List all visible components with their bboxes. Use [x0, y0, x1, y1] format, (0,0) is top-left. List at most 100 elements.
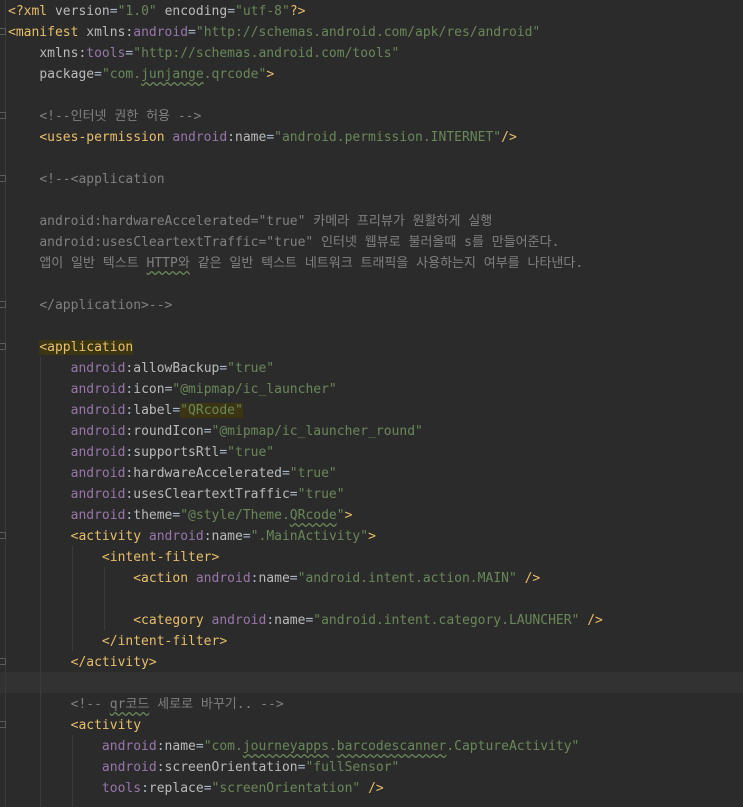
code-token: "@mipmap/ic_launcher": [172, 382, 337, 397]
code-token: screenOrientation: [164, 760, 298, 775]
code-line[interactable]: </activity>: [8, 652, 157, 673]
code-token: "com.: [101, 67, 142, 82]
code-token: "@mipmap/ic_launcher_round": [211, 424, 423, 439]
code-token: android: [70, 424, 126, 439]
code-line[interactable]: android:hardwareAccelerated="true": [8, 463, 337, 484]
code-line[interactable]: <action android:name="android.intent.act…: [8, 568, 540, 589]
code-line[interactable]: <!--인터넷 권한 허용 -->: [8, 106, 201, 127]
code-token: QRcode: [289, 508, 337, 523]
code-token: android: [70, 445, 126, 460]
code-token: version: [54, 4, 110, 19]
code-token: barcodescanner: [336, 739, 447, 754]
code-token: />: [368, 781, 384, 796]
code-token: <?xml: [8, 4, 55, 19]
code-token: =: [94, 67, 102, 82]
code-token: :: [141, 781, 149, 796]
code-line[interactable]: android:name="com.journeyapps.barcodesca…: [8, 736, 579, 757]
code-token: "true": [227, 445, 275, 460]
code-token: "true": [227, 361, 275, 376]
code-line[interactable]: <category android:name="android.intent.c…: [8, 610, 603, 631]
code-token: "@style/Theme.: [180, 508, 290, 523]
code-token: name: [211, 529, 243, 544]
fold-toggle-icon[interactable]: [0, 343, 6, 350]
code-line[interactable]: android:theme="@style/Theme.QRcode">: [8, 505, 353, 526]
code-token: name: [258, 571, 290, 586]
code-line[interactable]: android:allowBackup="true": [8, 358, 275, 379]
code-token: HTTP와: [146, 256, 190, 271]
code-line[interactable]: android:icon="@mipmap/ic_launcher": [8, 379, 337, 400]
code-token: .qrcode": [203, 67, 267, 82]
code-token: >: [344, 508, 353, 523]
code-token: android: [70, 487, 126, 502]
fold-toggle-icon[interactable]: [0, 112, 6, 119]
code-line[interactable]: <uses-permission android:name="android.p…: [8, 127, 516, 148]
code-token: />: [524, 571, 541, 586]
code-line[interactable]: android:screenOrientation="fullSensor": [8, 757, 399, 778]
code-token: "http://schemas.android.com/apk/res/andr…: [195, 25, 541, 40]
code-token: =: [289, 571, 298, 586]
code-token: "android.intent.action.MAIN": [297, 571, 517, 586]
fold-toggle-icon[interactable]: [0, 175, 6, 182]
code-token: android: [70, 403, 126, 418]
fold-toggle-icon[interactable]: [0, 28, 6, 35]
code-line[interactable]: <manifest xmlns:android="http://schemas.…: [8, 22, 540, 43]
code-token: name: [235, 130, 267, 145]
code-token: </intent-filter>: [101, 634, 228, 649]
code-token: 세로로 바꾸기.. -->: [149, 697, 284, 712]
code-token: =: [203, 781, 212, 796]
code-token: name: [164, 739, 196, 754]
code-token: qr코드: [109, 697, 150, 712]
code-line[interactable]: android:label="QRcode": [8, 400, 243, 421]
code-line[interactable]: </intent-filter>: [8, 631, 227, 652]
code-token: "com.: [203, 739, 243, 754]
code-line[interactable]: android:roundIcon="@mipmap/ic_launcher_r…: [8, 421, 423, 442]
fold-toggle-icon[interactable]: [0, 658, 6, 665]
code-editor[interactable]: <?xml version="1.0" encoding="utf-8"?> <m…: [0, 0, 743, 807]
code-line[interactable]: </application>-->: [8, 295, 172, 316]
code-line[interactable]: tools:replace="screenOrientation" />: [8, 778, 384, 799]
code-line[interactable]: xmlns:tools="http://schemas.android.com/…: [8, 43, 399, 64]
code-line[interactable]: <activity android:name=".MainActivity">: [8, 526, 376, 547]
code-token: xmlns:: [39, 46, 87, 61]
code-line[interactable]: package="com.junjange.qrcode">: [8, 64, 274, 85]
code-token: android: [148, 529, 204, 544]
code-token: 앱이 일반 텍스트: [39, 256, 147, 271]
code-token: :: [266, 613, 275, 628]
code-token: android:hardwareAccelerated="true" 카메라 프…: [39, 214, 493, 229]
code-line[interactable]: android:usesCleartextTraffic="true": [8, 484, 345, 505]
code-token: .: [328, 739, 337, 754]
code-line[interactable]: <?xml version="1.0" encoding="utf-8"?>: [8, 1, 305, 22]
code-line[interactable]: <!-- qr코드 세로로 바꾸기.. -->: [8, 694, 284, 715]
code-token: </activity>: [70, 655, 157, 670]
code-token: :: [156, 739, 165, 754]
code-token: android: [101, 739, 157, 754]
fold-toggle-icon[interactable]: [0, 721, 6, 728]
code-token: "android.permission.INTERNET": [274, 130, 502, 145]
fold-toggle-icon[interactable]: [0, 532, 6, 539]
code-line[interactable]: android:usesCleartextTraffic="true" 인터넷 …: [8, 232, 559, 253]
code-token: name: [274, 613, 306, 628]
code-line[interactable]: <application: [8, 337, 134, 358]
code-line[interactable]: 앱이 일반 텍스트 HTTP와 같은 일반 텍스트 네트워크 트래픽을 사용하는…: [8, 253, 583, 274]
code-token: <!--: [70, 697, 110, 712]
code-line[interactable]: <intent-filter>: [8, 547, 219, 568]
code-token: replace: [148, 781, 204, 796]
fold-toggle-icon[interactable]: [0, 301, 6, 308]
code-line[interactable]: <activity: [8, 715, 141, 736]
code-line[interactable]: <!--<application: [8, 169, 164, 190]
code-line[interactable]: android:supportsRtl="true": [8, 442, 275, 463]
code-line[interactable]: android:hardwareAccelerated="true" 카메라 프…: [8, 211, 492, 232]
